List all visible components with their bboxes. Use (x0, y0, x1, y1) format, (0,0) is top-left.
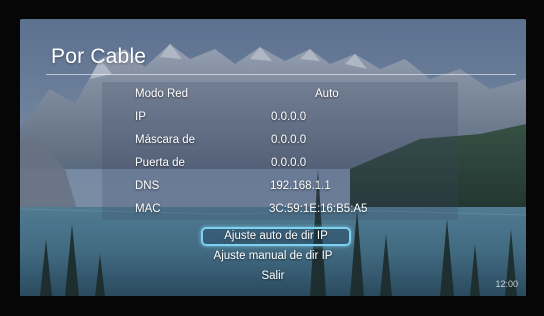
dns-label: DNS (135, 180, 160, 192)
tv-frame: Por Cable Modo Red Auto IP 0.0.0.0 Másca… (0, 0, 544, 316)
mac-label: MAC (135, 203, 161, 215)
exit-button[interactable]: Salir (20, 270, 526, 282)
network-mode-label: Modo Red (135, 88, 189, 100)
title-divider (46, 74, 516, 75)
subnet-mask-label: Máscara de (135, 134, 196, 146)
network-mode-value[interactable]: Auto (315, 88, 339, 100)
clock: 12:00 (495, 279, 518, 289)
mac-value: 3C:59:1E:16:B5:A5 (269, 203, 368, 215)
dns-value: 192.168.1.1 (270, 180, 331, 192)
ip-value: 0.0.0.0 (271, 111, 307, 123)
network-info-panel (102, 82, 458, 220)
gateway-value: 0.0.0.0 (271, 157, 307, 169)
ip-label: IP (135, 111, 146, 123)
manual-ip-button[interactable]: Ajuste manual de dir IP (20, 250, 526, 262)
page-title: Por Cable (51, 45, 147, 68)
auto-ip-button[interactable]: Ajuste auto de dir IP (201, 227, 351, 246)
subnet-mask-value: 0.0.0.0 (271, 134, 307, 146)
tv-screen: Por Cable Modo Red Auto IP 0.0.0.0 Másca… (20, 19, 526, 296)
gateway-label: Puerta de (135, 157, 185, 169)
